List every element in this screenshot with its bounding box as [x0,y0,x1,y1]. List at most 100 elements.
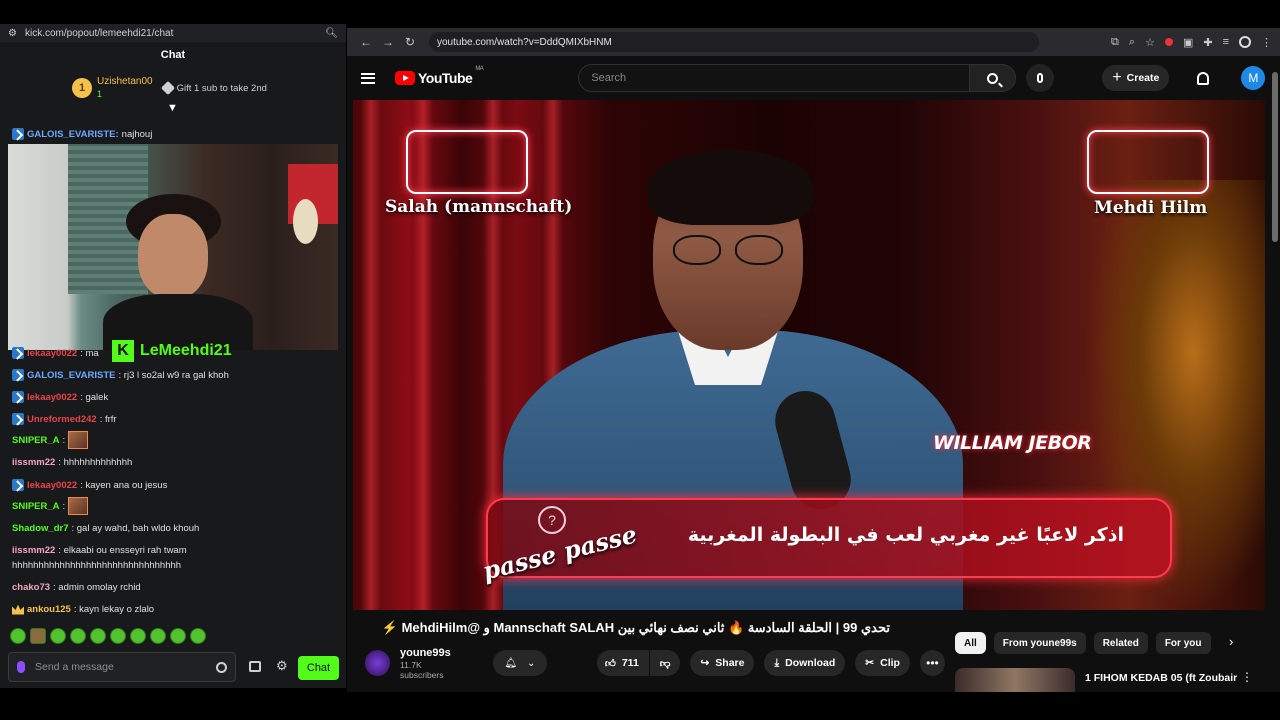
verified-badge-icon [12,413,24,425]
chat-username[interactable]: GALOIS_EVARISTE: [27,129,119,140]
emote-button[interactable] [90,628,106,644]
search-placeholder: Search [591,72,627,84]
reading-list-icon[interactable]: ≡ [1223,36,1229,48]
profile-icon[interactable] [1239,36,1251,48]
sponsor-overlay: WILLIAM JEBOR [933,432,1092,454]
emote-button[interactable] [10,628,26,644]
like-count: 711 [621,657,639,669]
youtube-logo[interactable]: YouTube MA [395,66,484,86]
store-icon[interactable] [249,661,261,672]
channel-avatar[interactable] [365,650,391,676]
search-input[interactable]: Search [578,64,971,92]
chevron-right-icon[interactable]: › [1229,634,1233,649]
hamburger-menu-icon[interactable] [361,72,375,84]
glasses-lens [735,235,783,265]
subscriber-count: 11.7K subscribers [400,659,444,680]
search-icon [987,72,999,84]
zoom-icon[interactable]: ⌕ [1129,36,1135,49]
extension-icon[interactable]: ▣ [1183,36,1193,49]
bookmark-star-icon[interactable]: ☆ [1145,36,1155,49]
kick-url-bar[interactable]: ⚙ kick.com/popout/lemeehdi21/chat 🔍︎ [0,24,346,42]
gift-sub-prompt[interactable]: Gift 1 sub to take 2nd [160,80,267,96]
address-bar[interactable]: youtube.com/watch?v=DddQMIXbHNM [429,32,1039,52]
chat-username[interactable]: SNIPER_A [12,501,60,512]
guest-glasses [673,235,793,265]
chat-username[interactable]: SNIPER_A [12,435,60,446]
microphone-icon [1037,73,1044,83]
send-chat-button[interactable]: Chat [298,656,339,680]
chat-username[interactable]: lekaay0022 [27,480,77,491]
webcam-face [138,214,208,299]
chat-username[interactable]: lekaay0022 [27,348,77,359]
collapse-chevron-icon[interactable]: ▼ [167,102,178,114]
country-code: MA [475,66,484,72]
chat-message: Shadow_dr7 : gal ay wahd, bah wldo khouh [12,523,199,534]
chip-all[interactable]: All [955,632,986,654]
chat-username[interactable]: Shadow_dr7 [12,523,69,534]
chat-username[interactable]: iissmm22 [12,545,55,556]
site-settings-icon[interactable]: ⚙ [8,28,17,39]
emote-button[interactable] [190,628,206,644]
recommended-thumbnail[interactable] [955,668,1075,692]
more-actions-button[interactable]: ••• [919,650,945,676]
kebab-menu-icon[interactable]: ⋮ [1241,670,1253,684]
chat-message: lekaay0022 : ma [12,347,99,359]
channel-row: youne99s 11.7K subscribers 🔔︎ ⌄ 👍︎ 711 👎… [365,646,945,680]
chat-message: GALOIS_EVARISTE : rj3 l so2al w9 ra gal … [12,369,229,381]
like-button[interactable]: 👍︎ 711 [596,650,649,676]
chat-input[interactable]: Send a message [8,652,236,682]
back-icon[interactable]: ← [355,35,377,49]
channel-name[interactable]: youne99s [400,647,465,659]
record-icon[interactable] [1164,38,1173,46]
question-mark-icon: ? [538,506,566,534]
page-scrollbar[interactable] [1272,72,1278,242]
top-gifter[interactable]: Uzishetan00 1 [97,75,153,101]
emote-button[interactable] [130,628,146,644]
subscribed-button[interactable]: 🔔︎ ⌄ [492,650,547,676]
chat-username[interactable]: chako73 [12,582,50,593]
emote-button[interactable] [150,628,166,644]
emote-button[interactable] [50,628,66,644]
chat-message: lekaay0022 : kayen ana ou jesus [12,479,167,491]
puzzle-icon[interactable]: ✚ [1203,36,1212,49]
forward-icon[interactable]: → [377,35,399,49]
thumbs-down-icon: 👎︎ [659,657,671,670]
video-player[interactable]: Salah (mannschaft) Mehdi Hilm WILLIAM JE… [353,100,1265,610]
contestant-left-label: Salah (mannschaft) [385,197,573,217]
chat-username[interactable]: ankou125 [27,604,71,615]
chip-related[interactable]: Related [1093,632,1148,654]
zoom-icon[interactable]: 🔍︎ [325,28,338,39]
gear-icon[interactable]: ⚙ [276,658,288,674]
recommended-title[interactable]: 1 FIHOM KEDAB 05 (ft Zoubair [1085,672,1237,684]
chip-from-channel[interactable]: From youne99s [993,632,1086,654]
chat-username[interactable]: GALOIS_EVARISTE [27,370,116,381]
voice-search-button[interactable] [1026,64,1055,92]
chat-username[interactable]: lekaay0022 [27,392,77,403]
chip-for-you[interactable]: For you [1155,632,1211,654]
voice-icon[interactable] [17,661,25,673]
recommended-video[interactable]: 1 FIHOM KEDAB 05 (ft Zoubair ⋮ [955,668,1255,692]
verified-badge-icon [12,128,24,140]
emote-button[interactable] [110,628,126,644]
reload-icon[interactable]: ↻ [399,35,421,49]
kebab-menu-icon[interactable]: ⋮ [1261,36,1272,49]
clip-button[interactable]: ✂ Clip [855,650,910,676]
dislike-button[interactable]: 👎︎ [649,650,681,676]
download-button[interactable]: ⤓ Download [764,650,846,676]
emote-button[interactable] [70,628,86,644]
chat-username[interactable]: iissmm22 [12,457,55,468]
emote-button[interactable] [170,628,186,644]
cast-icon[interactable]: ⧉ [1111,36,1119,49]
download-icon: ⤓ [774,656,780,669]
kick-logo-icon: K [112,340,134,362]
create-button[interactable]: + Create [1102,65,1170,91]
chat-message: SNIPER_A : [12,497,89,515]
chat-username[interactable]: Unreformed242 [27,414,97,425]
search-button[interactable] [970,64,1017,92]
account-avatar[interactable]: M [1241,66,1266,90]
emote-button[interactable] [30,628,46,644]
share-button[interactable]: ↪ Share [690,650,755,676]
emoji-picker-icon[interactable] [216,661,227,673]
notifications-bell-icon[interactable] [1197,71,1210,85]
chat-message: lekaay0022 : galek [12,391,108,403]
